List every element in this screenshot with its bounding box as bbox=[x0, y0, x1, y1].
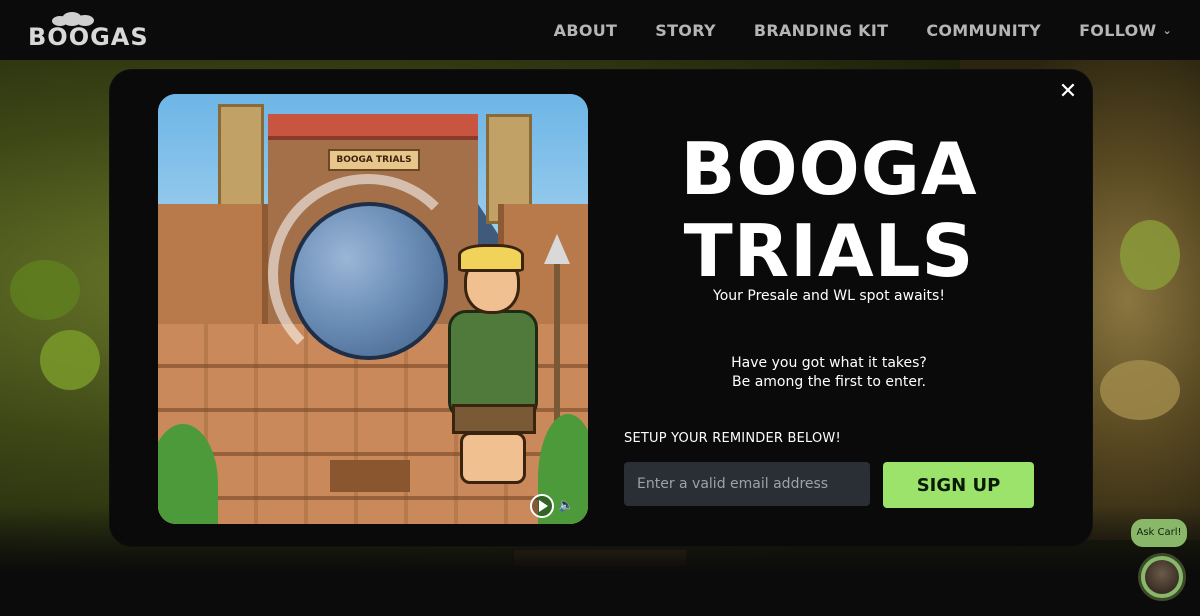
art-character bbox=[438, 244, 548, 494]
ask-carl-bubble[interactable]: Ask Carl! bbox=[1131, 519, 1187, 547]
modal-content: BOOGA TRIALS Your Presale and WL spot aw… bbox=[624, 94, 1034, 524]
art-sign: BOOGA TRIALS bbox=[328, 149, 420, 171]
leaf-decor bbox=[1120, 220, 1180, 290]
nav-about[interactable]: ABOUT bbox=[554, 21, 618, 40]
logo-text: BOOGAS bbox=[28, 23, 149, 51]
carl-avatar-icon bbox=[1145, 560, 1179, 594]
ask-carl-avatar[interactable] bbox=[1138, 553, 1186, 601]
nav-follow-label: FOLLOW bbox=[1079, 20, 1157, 40]
chevron-down-icon: ⌄ bbox=[1162, 23, 1172, 37]
play-icon[interactable] bbox=[530, 494, 554, 518]
leaf-decor bbox=[40, 330, 100, 390]
modal-tagline: Have you got what it takes? Be among the… bbox=[624, 354, 1034, 392]
title-line-1: BOOGA bbox=[680, 127, 978, 211]
reminder-label: SETUP YOUR REMINDER BELOW! bbox=[624, 431, 841, 446]
booga-trials-artwork: BOOGA TRIALS 🔈 bbox=[158, 94, 588, 524]
boogas-logo[interactable]: BOOGAS bbox=[28, 12, 149, 51]
art-temple-lintel bbox=[268, 114, 478, 140]
nav-community[interactable]: COMMUNITY bbox=[926, 21, 1041, 40]
main-nav: ABOUT STORY BRANDING KIT COMMUNITY FOLLO… bbox=[554, 21, 1172, 40]
nav-branding-kit[interactable]: BRANDING KIT bbox=[754, 21, 888, 40]
modal-subtitle: Your Presale and WL spot awaits! bbox=[713, 288, 945, 304]
tagline-line-2: Be among the first to enter. bbox=[732, 374, 926, 390]
modal-title: BOOGA TRIALS bbox=[624, 128, 1034, 292]
email-input[interactable] bbox=[624, 462, 870, 506]
presale-modal: ✕ BOOGA TRIALS 🔈 BOOGA TRIALS Your Presa… bbox=[110, 70, 1092, 546]
nav-follow[interactable]: FOLLOW ⌄ bbox=[1079, 21, 1172, 40]
sign-up-button[interactable]: SIGN UP bbox=[883, 462, 1034, 508]
art-boulder bbox=[290, 202, 448, 360]
nav-story[interactable]: STORY bbox=[655, 21, 716, 40]
close-icon[interactable]: ✕ bbox=[1056, 80, 1080, 104]
art-spear-tip bbox=[544, 234, 570, 264]
volume-icon[interactable]: 🔈 bbox=[558, 497, 578, 515]
page: BOOGAS ABOUT STORY BRANDING KIT COMMUNIT… bbox=[0, 0, 1200, 616]
leaf-decor bbox=[1100, 360, 1180, 420]
logo-cloud-icon bbox=[46, 12, 106, 26]
title-line-2: TRIALS bbox=[683, 209, 975, 293]
site-header: BOOGAS ABOUT STORY BRANDING KIT COMMUNIT… bbox=[0, 0, 1200, 60]
tagline-line-1: Have you got what it takes? bbox=[731, 355, 927, 371]
leaf-decor bbox=[10, 260, 80, 320]
art-floor-tile bbox=[330, 460, 410, 492]
